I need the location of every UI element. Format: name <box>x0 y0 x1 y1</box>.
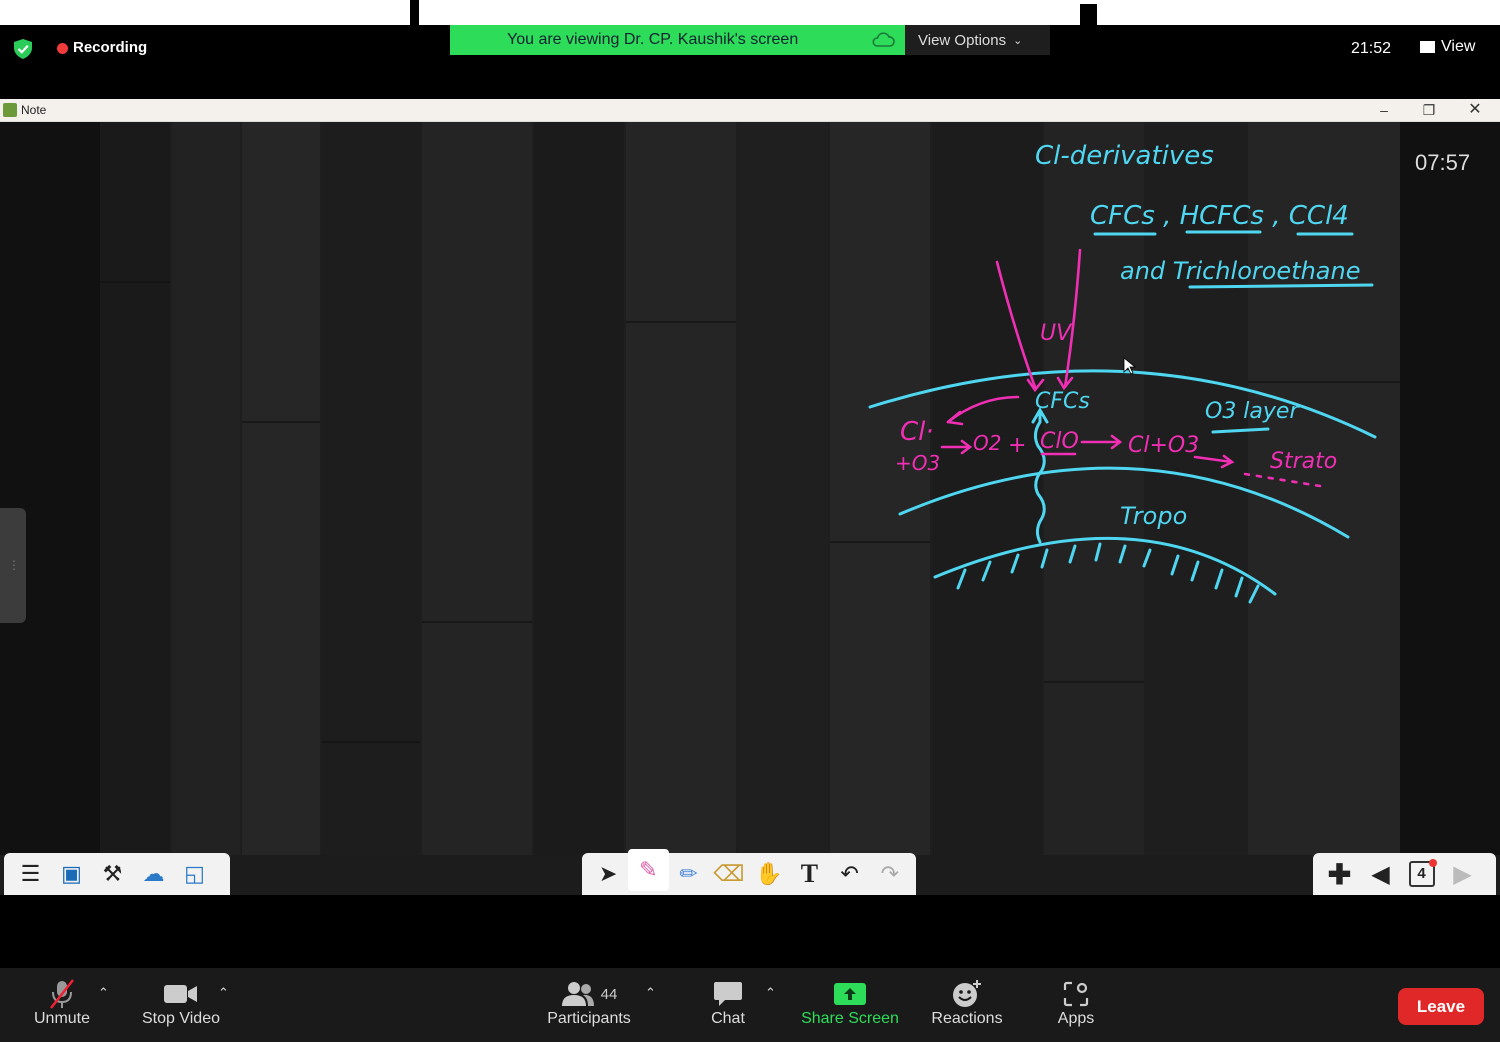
chat-label: Chat <box>711 1010 745 1027</box>
top-strip <box>0 0 1500 25</box>
note-app-icon <box>3 103 17 117</box>
leave-button[interactable]: Leave <box>1398 988 1484 1025</box>
clo-label: ClO <box>1040 429 1079 454</box>
view-button[interactable]: View <box>1420 38 1475 56</box>
redo-icon[interactable]: ↷ <box>870 856 910 892</box>
compounds-text-2: and Trichloroethane <box>1120 257 1361 285</box>
compounds-text: CFCs , HCFCs , CCl4 <box>1090 201 1349 231</box>
cl-o3-label: Cl+O3 <box>1128 433 1199 458</box>
divider <box>410 0 419 25</box>
share-screen-button[interactable]: Share Screen <box>795 978 905 1028</box>
stop-video-button[interactable]: Stop Video <box>135 978 227 1028</box>
heading-text: Cl-derivatives <box>1035 141 1214 171</box>
participants-options-caret-icon[interactable]: ⌃ <box>645 985 656 1001</box>
security-shield-icon[interactable] <box>12 38 34 60</box>
session-timer: 07:57 <box>1415 150 1471 175</box>
notification-dot-icon <box>1429 859 1437 867</box>
drawing-toolbar: ➤ ✎ ✏ ⌫ ✋ T ↶ ↷ <box>582 849 916 895</box>
smiley-reaction-icon <box>925 978 1009 1010</box>
menu-icon[interactable]: ☰ <box>10 856 51 892</box>
view-label: View <box>1441 38 1476 55</box>
cl-radical-label: Cl· <box>900 417 934 447</box>
desktop-icon[interactable]: ▣ <box>51 856 92 892</box>
close-button[interactable]: ✕ <box>1460 100 1490 120</box>
screen-share-banner: You are viewing Dr. CP. Kaushik's screen <box>450 25 905 55</box>
banner-text: You are viewing Dr. CP. Kaushik's screen <box>507 31 799 48</box>
apps-icon <box>1050 978 1102 1010</box>
apps-label: Apps <box>1057 1010 1095 1027</box>
divider <box>1080 4 1097 25</box>
select-arrow-icon[interactable]: ➤ <box>588 856 628 892</box>
screenshot-icon[interactable]: ◱ <box>174 856 215 892</box>
reactions-label: Reactions <box>931 1010 1003 1027</box>
cloud-icon <box>872 32 895 47</box>
audio-options-caret-icon[interactable]: ⌃ <box>98 985 109 1001</box>
page-toolbar: ✚ ◀ 4 ▶ <box>1313 853 1496 895</box>
tools-icon[interactable]: ⚒ <box>92 856 133 892</box>
o2-label: O2 <box>973 431 1001 455</box>
canvas-margin-right <box>1400 122 1500 855</box>
drag-handle-icon: ⋮ <box>8 558 20 572</box>
restore-button[interactable]: ❐ <box>1414 100 1444 120</box>
side-panel-handle[interactable]: ⋮ <box>0 508 26 623</box>
participants-count: 44 <box>600 985 618 1003</box>
minimize-button[interactable]: – <box>1369 100 1399 120</box>
chat-button[interactable]: Chat <box>700 978 756 1028</box>
participants-icon <box>561 982 594 1006</box>
share-screen-icon <box>795 978 905 1010</box>
eraser-icon[interactable]: ⌫ <box>709 856 749 892</box>
reactions-button[interactable]: Reactions <box>925 978 1009 1028</box>
apps-button[interactable]: Apps <box>1050 978 1102 1028</box>
video-camera-icon <box>135 978 227 1010</box>
previous-page-icon[interactable]: ◀ <box>1360 856 1401 892</box>
video-options-caret-icon[interactable]: ⌃ <box>218 985 229 1001</box>
page-number-button[interactable]: 4 <box>1401 856 1442 892</box>
highlighter-icon[interactable]: ✏ <box>669 856 709 892</box>
share-screen-label: Share Screen <box>801 1010 899 1027</box>
undo-icon[interactable]: ↶ <box>830 856 870 892</box>
tropo-label: Tropo <box>1120 502 1187 530</box>
next-page-icon[interactable]: ▶ <box>1442 856 1483 892</box>
grid-view-icon <box>1420 41 1435 53</box>
unmute-label: Unmute <box>33 1010 91 1027</box>
hand-pan-icon[interactable]: ✋ <box>749 856 789 892</box>
uv-label: UV <box>1040 321 1073 346</box>
text-tool-icon[interactable]: T <box>789 856 829 892</box>
recording-dot-icon <box>57 43 68 54</box>
o3-plus-label: +O3 <box>895 451 940 475</box>
participants-button[interactable]: 44 Participants <box>538 978 640 1028</box>
chevron-down-icon: ⌄ <box>1013 34 1023 47</box>
participants-label: Participants <box>547 1010 631 1027</box>
canvas-margin-left <box>0 122 100 855</box>
plus-label: + <box>1008 433 1026 458</box>
stop-video-label: Stop Video <box>142 1010 220 1027</box>
chat-options-caret-icon[interactable]: ⌃ <box>765 985 776 1001</box>
view-options-button[interactable]: View Options ⌄ <box>905 25 1050 55</box>
meeting-clock: 21:52 <box>1351 40 1392 57</box>
recording-label[interactable]: Recording <box>73 39 147 56</box>
unmute-button[interactable]: Unmute <box>22 978 102 1028</box>
capture-icon[interactable]: ☁ <box>133 856 174 892</box>
cfcs-label: CFCs <box>1035 389 1090 414</box>
whiteboard[interactable]: Cl-derivatives CFCs , HCFCs , CCl4 and T… <box>100 122 1400 855</box>
left-toolbar: ☰ ▣ ⚒ ☁ ◱ <box>4 853 230 895</box>
chat-bubble-icon <box>700 978 756 1010</box>
pen-icon[interactable]: ✎ <box>628 849 669 891</box>
note-window-titlebar <box>0 99 1500 122</box>
ozone-layer-label: O3 layer <box>1205 399 1300 424</box>
note-window-title: Note <box>21 103 47 117</box>
add-page-icon[interactable]: ✚ <box>1319 856 1360 892</box>
view-options-label: View Options <box>918 31 1007 49</box>
strato-label: Strato <box>1270 449 1337 474</box>
muted-microphone-icon <box>22 978 102 1010</box>
